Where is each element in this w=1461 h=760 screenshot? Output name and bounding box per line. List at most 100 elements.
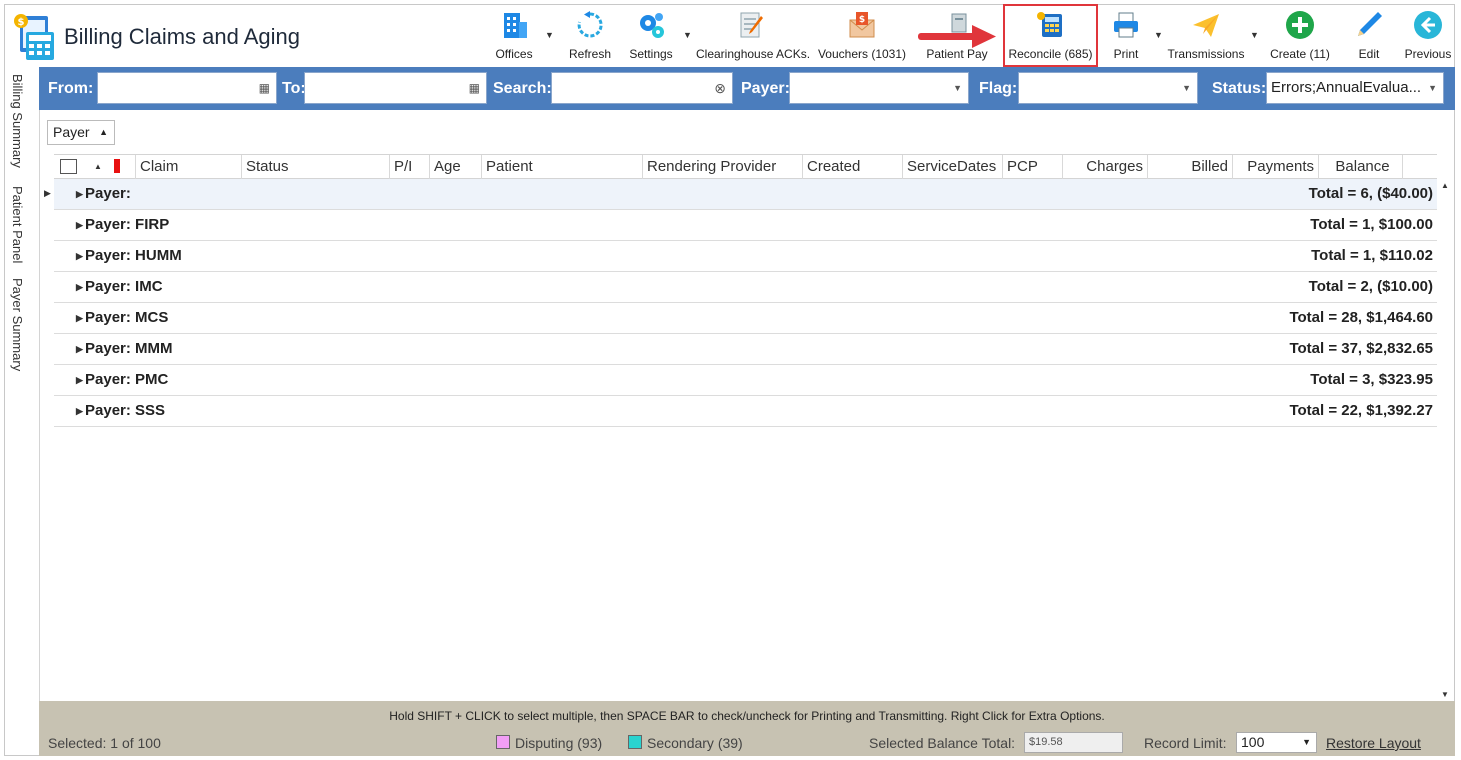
- previous-button[interactable]: Previous: [1402, 6, 1454, 64]
- column-header-rendering-provider[interactable]: Rendering Provider: [642, 155, 802, 179]
- expand-icon[interactable]: ▶: [76, 303, 83, 333]
- secondary-label: Secondary (39): [647, 735, 743, 751]
- payer-group-total: Total = 6, ($40.00): [1308, 185, 1433, 202]
- scroll-down-icon[interactable]: ▼: [1441, 690, 1449, 699]
- flag-select[interactable]: ▼: [1018, 72, 1198, 104]
- column-header-patient[interactable]: Patient: [481, 155, 642, 179]
- column-header-created[interactable]: Created: [802, 155, 902, 179]
- status-value: Errors;AnnualEvalua...: [1271, 79, 1422, 96]
- payer-group-row[interactable]: ▶ Payer: IMC Total = 2, ($10.00): [54, 272, 1437, 303]
- payer-group-total: Total = 1, $110.02: [1311, 247, 1433, 264]
- disputing-legend: Disputing (93): [496, 735, 602, 751]
- expand-icon[interactable]: ▶: [76, 365, 83, 395]
- chevron-down-icon: ▼: [1182, 83, 1191, 93]
- status-select[interactable]: Errors;AnnualEvalua... ▼: [1266, 72, 1444, 104]
- expand-icon[interactable]: ▶: [76, 241, 83, 271]
- side-tabs: Billing Summary Patient Panel Payer Summ…: [6, 68, 32, 388]
- column-header-billed[interactable]: Billed: [1147, 155, 1232, 179]
- expand-icon[interactable]: ▶: [76, 210, 83, 240]
- settings-dropdown-icon[interactable]: ▼: [683, 30, 692, 40]
- scroll-up-icon[interactable]: ▲: [1441, 181, 1449, 190]
- page-title: Billing Claims and Aging: [64, 24, 301, 49]
- column-header-payments[interactable]: Payments: [1232, 155, 1318, 179]
- search-input[interactable]: ⊗: [551, 72, 733, 104]
- record-limit-select[interactable]: 100 ▼: [1236, 732, 1317, 753]
- payer-group-label: Payer: SSS: [85, 402, 166, 419]
- payer-group-row[interactable]: ▶ Payer: MCS Total = 28, $1,464.60: [54, 303, 1437, 334]
- back-arrow-icon: [1414, 11, 1442, 39]
- chevron-down-icon: ▼: [1428, 83, 1437, 93]
- tab-patient-panel[interactable]: Patient Panel: [10, 186, 25, 263]
- from-date-input[interactable]: ▦: [97, 72, 277, 104]
- selected-count: Selected: 1 of 100: [48, 735, 161, 751]
- payer-group-total: Total = 22, $1,392.27: [1289, 402, 1433, 419]
- edit-label: Edit: [1358, 47, 1380, 61]
- column-header-pcp[interactable]: PCP: [1002, 155, 1062, 179]
- payer-group-row[interactable]: ▶ Payer: HUMM Total = 1, $110.02: [54, 241, 1437, 272]
- group-by-payer-chip[interactable]: Payer ▲: [47, 120, 115, 145]
- expand-icon[interactable]: ▶: [76, 272, 83, 302]
- create-button[interactable]: Create (11): [1266, 6, 1334, 64]
- svg-text:$: $: [18, 17, 25, 28]
- transmissions-button[interactable]: Transmissions: [1166, 6, 1246, 64]
- payer-group-label: Payer: HUMM: [85, 247, 182, 264]
- previous-label: Previous: [1404, 47, 1452, 61]
- vouchers-button[interactable]: $ Vouchers (1031): [816, 6, 908, 64]
- payer-group-row[interactable]: ▶ Payer: FIRP Total = 1, $100.00: [54, 210, 1437, 241]
- search-label: Search:: [493, 80, 552, 97]
- selection-hint: Hold SHIFT + CLICK to select multiple, t…: [389, 709, 1105, 723]
- expand-icon[interactable]: ▶: [76, 334, 83, 364]
- calendar-icon[interactable]: ▦: [259, 73, 270, 103]
- gear-icon: [640, 13, 664, 38]
- payer-group-total: Total = 2, ($10.00): [1308, 278, 1433, 295]
- column-header-balance[interactable]: Balance: [1318, 155, 1402, 179]
- column-header-service-dates[interactable]: ServiceDates: [902, 155, 1002, 179]
- payer-group-label: Payer: FIRP: [85, 216, 170, 233]
- payer-group-row[interactable]: ▶ Payer: PMC Total = 3, $323.95: [54, 365, 1437, 396]
- column-header-status[interactable]: Status: [241, 155, 389, 179]
- offices-button[interactable]: Offices: [487, 6, 541, 64]
- transmissions-dropdown-icon[interactable]: ▼: [1250, 30, 1259, 40]
- to-date-input[interactable]: ▦: [304, 72, 487, 104]
- payer-group-row[interactable]: ▶ Payer: SSS Total = 22, $1,392.27: [54, 396, 1437, 427]
- record-limit-label: Record Limit:: [1144, 735, 1227, 751]
- refresh-button[interactable]: Refresh: [564, 6, 616, 64]
- calendar-icon[interactable]: ▦: [469, 73, 480, 103]
- balance-total-field: $19.58: [1024, 732, 1123, 753]
- column-header-claim[interactable]: Claim: [135, 155, 241, 179]
- payer-group-total: Total = 1, $100.00: [1310, 216, 1433, 233]
- vertical-scrollbar[interactable]: ▲ ▼: [1437, 179, 1454, 701]
- column-header-charges[interactable]: Charges: [1062, 155, 1147, 179]
- clearinghouse-acks-button[interactable]: Clearinghouse ACKs.: [696, 6, 810, 64]
- column-header-pi[interactable]: P/I: [389, 155, 429, 179]
- payer-group-label: Payer: PMC: [85, 371, 169, 388]
- payer-group-row[interactable]: ▶ Payer: MMM Total = 37, $2,832.65: [54, 334, 1437, 365]
- settings-button[interactable]: Settings: [624, 6, 678, 64]
- print-dropdown-icon[interactable]: ▼: [1154, 30, 1163, 40]
- balance-total-label: Selected Balance Total:: [869, 735, 1016, 751]
- grid-header: ▲ Claim Status P/I Age Patient Rendering…: [54, 154, 1437, 179]
- expand-icon[interactable]: ▶: [76, 179, 83, 209]
- expand-icon[interactable]: ▶: [76, 396, 83, 426]
- sort-ascending-icon: ▲: [99, 127, 108, 137]
- edit-button[interactable]: Edit: [1348, 6, 1390, 64]
- select-all-checkbox[interactable]: [60, 159, 77, 174]
- pencil-icon: [1358, 12, 1382, 36]
- refresh-icon: [577, 11, 603, 38]
- clear-search-icon[interactable]: ⊗: [714, 73, 726, 103]
- tab-billing-summary[interactable]: Billing Summary: [10, 74, 25, 168]
- payer-group-label: Payer: IMC: [85, 278, 163, 295]
- column-header-age[interactable]: Age: [429, 155, 481, 179]
- payer-select[interactable]: ▼: [789, 72, 969, 104]
- offices-dropdown-icon[interactable]: ▼: [545, 30, 554, 40]
- flag-icon: [114, 159, 120, 173]
- svg-text:$: $: [859, 15, 865, 25]
- print-button[interactable]: Print: [1104, 6, 1148, 64]
- patient-pay-button[interactable]: Patient Pay: [924, 6, 990, 64]
- payer-group-label: Payer:: [85, 185, 131, 202]
- tab-payer-summary[interactable]: Payer Summary: [10, 278, 25, 371]
- flag-label: Flag:: [979, 80, 1018, 97]
- payer-group-row[interactable]: ▶ Payer: Total = 6, ($40.00): [54, 179, 1437, 210]
- restore-layout-link[interactable]: Restore Layout: [1326, 735, 1421, 751]
- sort-ascending-icon[interactable]: ▲: [94, 155, 102, 179]
